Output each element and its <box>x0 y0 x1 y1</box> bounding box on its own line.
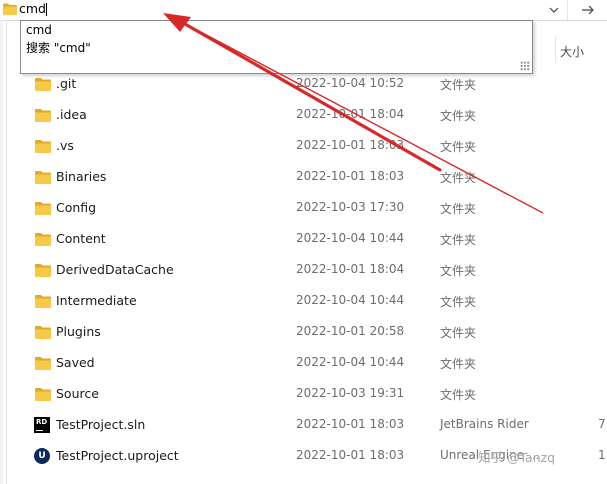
file-size: 1 <box>598 448 606 462</box>
file-name: .idea <box>56 107 87 122</box>
folder-icon <box>34 138 52 154</box>
column-header-size[interactable]: 大小 <box>555 37 595 63</box>
text-caret <box>46 3 47 16</box>
file-size: 7 <box>598 417 606 431</box>
file-date: 2022-10-03 17:30 <box>296 200 405 214</box>
suggestion-item[interactable]: cmd <box>21 21 532 39</box>
file-name: TestProject.sln <box>56 417 146 432</box>
folder-icon <box>34 107 52 123</box>
watermark: 知乎 @Tanzq <box>478 450 556 465</box>
file-date: 2022-10-01 18:03 <box>296 417 405 431</box>
file-row[interactable]: Content 2022-10-04 10:44 文件夹 <box>0 223 607 254</box>
file-row[interactable]: Source 2022-10-03 19:31 文件夹 <box>0 378 607 409</box>
folder-icon <box>34 386 52 402</box>
file-row[interactable]: DerivedDataCache 2022-10-01 18:04 文件夹 <box>0 254 607 285</box>
file-type: 文件夹 <box>440 264 477 278</box>
folder-icon <box>3 3 17 15</box>
file-name: Config <box>56 200 97 215</box>
file-date: 2022-10-01 18:03 <box>296 448 405 462</box>
file-row[interactable]: Saved 2022-10-04 10:44 文件夹 <box>0 347 607 378</box>
file-row[interactable]: Intermediate 2022-10-04 10:44 文件夹 <box>0 285 607 316</box>
file-name: .vs <box>56 138 74 153</box>
file-date: 2022-10-01 20:58 <box>296 324 405 338</box>
file-name: Content <box>56 231 106 246</box>
address-input[interactable] <box>19 1 539 17</box>
file-name: Binaries <box>56 169 107 184</box>
column-separator[interactable] <box>555 37 556 63</box>
file-row[interactable]: .idea 2022-10-01 18:04 文件夹 <box>0 99 607 130</box>
file-name: .git <box>56 76 77 91</box>
suggestion-item[interactable]: 搜索 "cmd" <box>21 39 532 57</box>
file-name: Intermediate <box>56 293 137 308</box>
file-date: 2022-10-04 10:44 <box>296 355 405 369</box>
address-bar[interactable] <box>0 0 607 21</box>
folder-icon <box>34 293 52 309</box>
file-date: 2022-10-04 10:52 <box>296 76 405 90</box>
file-type: 文件夹 <box>440 295 477 309</box>
file-date: 2022-10-03 19:31 <box>296 386 405 400</box>
file-list: .git 2022-10-04 10:52 文件夹 .idea 2022-10-… <box>0 68 607 471</box>
file-date: 2022-10-04 10:44 <box>296 231 405 245</box>
chevron-down-icon <box>549 7 558 13</box>
file-name: Saved <box>56 355 95 370</box>
column-header-label: 大小 <box>560 45 585 59</box>
arrow-right-icon <box>581 5 594 15</box>
resize-grip-icon[interactable] <box>520 61 530 71</box>
go-button[interactable] <box>568 0 607 20</box>
rider-icon-text: RD <box>36 418 48 426</box>
folder-icon <box>34 355 52 371</box>
folder-icon <box>34 76 52 92</box>
file-type: 文件夹 <box>440 202 477 216</box>
file-type: 文件夹 <box>440 388 477 402</box>
file-type: 文件夹 <box>440 78 477 92</box>
file-type: 文件夹 <box>440 171 477 185</box>
unreal-icon-text: U <box>34 448 50 464</box>
file-date: 2022-10-01 18:03 <box>296 169 405 183</box>
file-type: 文件夹 <box>440 140 477 154</box>
folder-icon <box>34 262 52 278</box>
file-name: Source <box>56 386 99 401</box>
file-date: 2022-10-04 10:44 <box>296 293 405 307</box>
file-row[interactable]: Config 2022-10-03 17:30 文件夹 <box>0 192 607 223</box>
file-name: TestProject.uproject <box>56 448 179 463</box>
folder-icon <box>34 231 52 247</box>
file-type: 文件夹 <box>440 109 477 123</box>
file-row[interactable]: .vs 2022-10-01 18:03 文件夹 <box>0 130 607 161</box>
file-date: 2022-10-01 18:03 <box>296 138 405 152</box>
file-type: 文件夹 <box>440 233 477 247</box>
file-row[interactable]: RD TestProject.sln 2022-10-01 18:03 JetB… <box>0 409 607 440</box>
unreal-engine-icon: U <box>34 448 52 464</box>
file-name: Plugins <box>56 324 101 339</box>
rider-icon: RD <box>34 417 52 433</box>
folder-icon <box>34 200 52 216</box>
file-row[interactable]: Binaries 2022-10-01 18:03 文件夹 <box>0 161 607 192</box>
folder-icon <box>34 324 52 340</box>
autocomplete-dropdown: cmd 搜索 "cmd" <box>20 20 533 74</box>
file-date: 2022-10-01 18:04 <box>296 262 405 276</box>
folder-icon <box>34 169 52 185</box>
file-type: 文件夹 <box>440 357 477 371</box>
address-history-dropdown[interactable] <box>540 0 567 20</box>
file-type: 文件夹 <box>440 326 477 340</box>
file-type: JetBrains Rider <box>440 417 529 431</box>
file-name: DerivedDataCache <box>56 262 174 277</box>
file-date: 2022-10-01 18:04 <box>296 107 405 121</box>
file-row[interactable]: Plugins 2022-10-01 20:58 文件夹 <box>0 316 607 347</box>
